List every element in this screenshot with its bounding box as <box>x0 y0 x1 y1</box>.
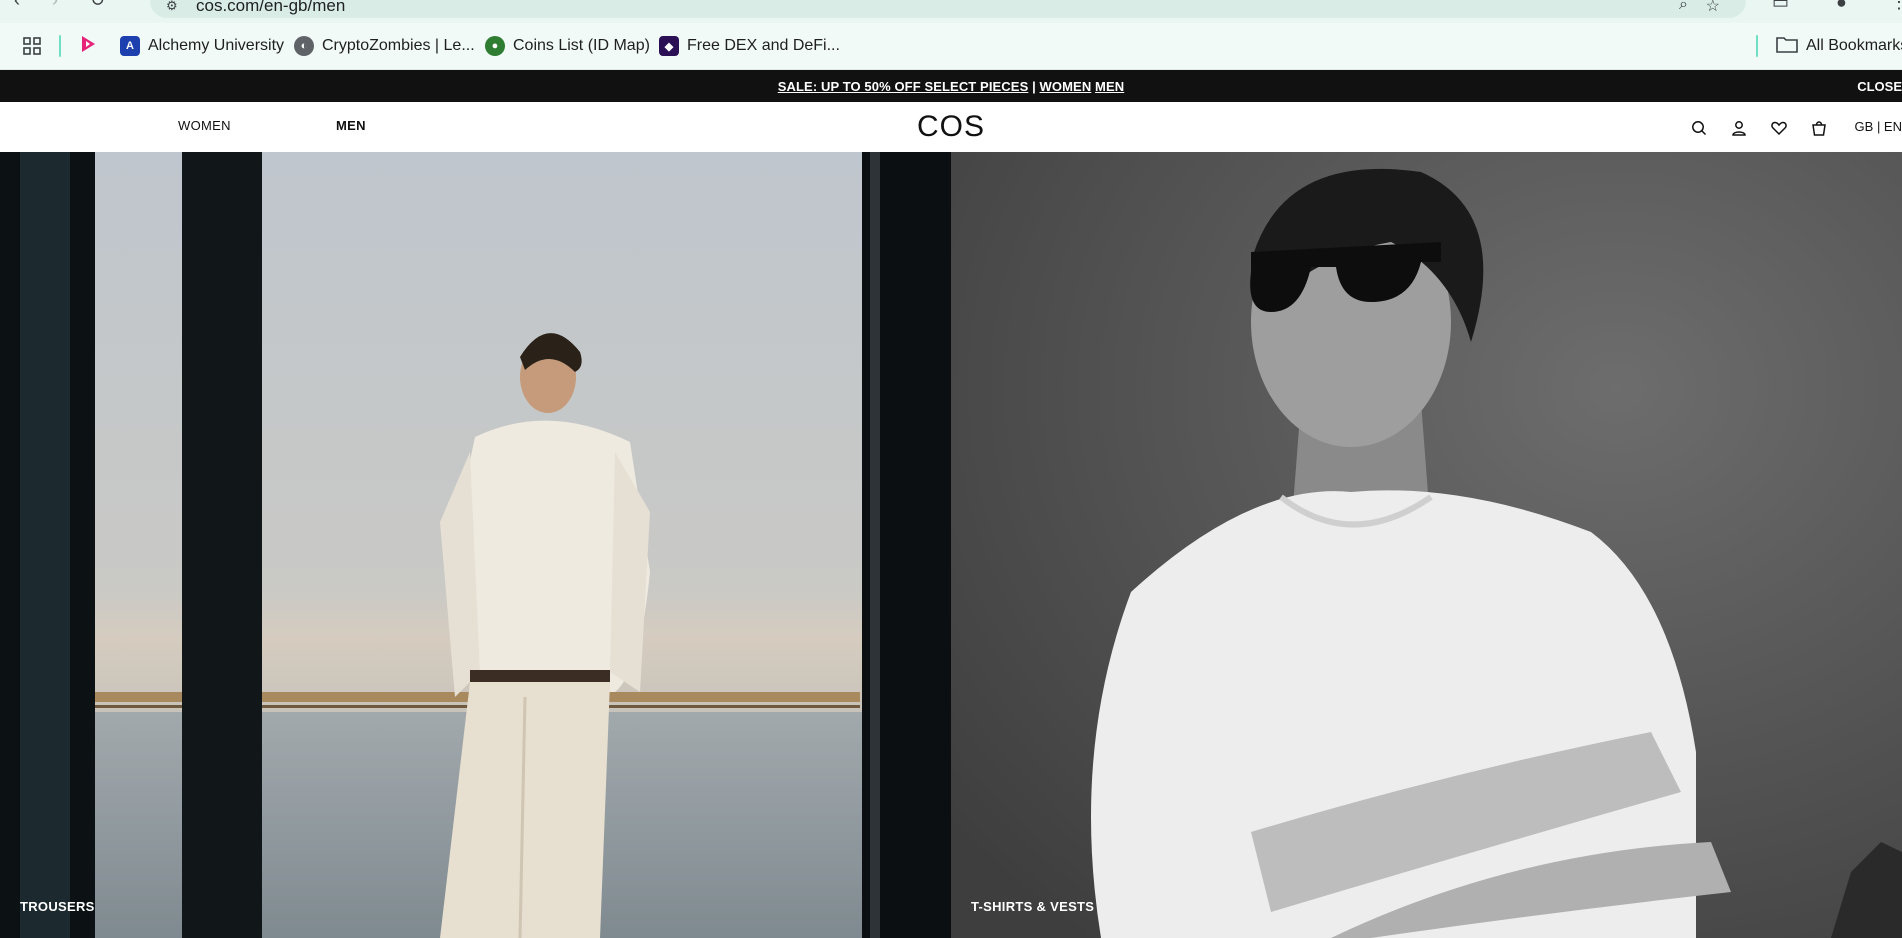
address-bar[interactable]: ⚙ cos.com/en-gb/men ⌕ ☆ <box>150 0 1746 18</box>
promo-close-button[interactable]: CLOSE <box>1857 79 1902 94</box>
browser-toolbar: ‹ › ↻ ⚙ cos.com/en-gb/men ⌕ ☆ ▭ ● ⋮ <box>0 0 1902 23</box>
site-logo[interactable]: COS <box>0 110 1902 144</box>
dex-icon: ◆ <box>659 36 679 56</box>
reload-icon[interactable]: ↻ <box>90 0 105 11</box>
promo-banner: SALE: UP TO 50% OFF SELECT PIECES | WOME… <box>0 70 1902 102</box>
extensions-icon[interactable]: ▭ <box>1772 0 1789 13</box>
bookmark-label: CryptoZombies | Le... <box>322 37 475 54</box>
trousers-caption[interactable]: TROUSERS <box>20 899 95 914</box>
tshirts-vests-caption[interactable]: T-SHIRTS & VESTS <box>971 899 1094 914</box>
promo-message: SALE: UP TO 50% OFF SELECT PIECES | WOME… <box>0 79 1902 94</box>
profile-avatar-icon[interactable]: ● <box>1836 0 1847 13</box>
promo-women-link[interactable]: WOMEN <box>1040 79 1092 94</box>
bookmark-label: Alchemy University <box>148 37 285 54</box>
site-info-icon[interactable]: ⚙ <box>166 0 178 14</box>
promo-divider: | <box>1032 79 1036 94</box>
globe-icon: ◐ <box>294 36 314 56</box>
play-icon <box>78 34 98 59</box>
shopping-bag-icon[interactable] <box>1810 119 1828 137</box>
bookmark-coins-list[interactable]: ● Coins List (ID Map) <box>485 34 650 58</box>
account-icon[interactable] <box>1730 119 1748 137</box>
all-bookmarks-label: All Bookmarks <box>1806 37 1902 54</box>
bookmark-free-dex[interactable]: ◆ Free DEX and DeFi... <box>659 34 840 58</box>
wishlist-heart-icon[interactable] <box>1770 119 1788 137</box>
site-header: WOMEN MEN COS GB | EN <box>0 102 1902 153</box>
bookmark-label: Coins List (ID Map) <box>513 37 650 54</box>
folder-icon <box>1776 35 1798 58</box>
bookmark-label: Free DEX and DeFi... <box>687 37 840 54</box>
bookmark-cryptozombies[interactable]: ◐ CryptoZombies | Le... <box>294 34 475 58</box>
zoom-icon[interactable]: ⌕ <box>1679 0 1688 14</box>
trousers-hero-image <box>0 152 951 938</box>
search-icon[interactable] <box>1690 119 1708 137</box>
bookmark-separator <box>59 35 61 57</box>
promo-sale-link[interactable]: SALE: UP TO 50% OFF SELECT PIECES <box>778 79 1029 94</box>
bookmark-star-icon[interactable]: ☆ <box>1706 0 1720 16</box>
locale-selector[interactable]: GB | EN <box>1855 119 1902 134</box>
promo-men-link[interactable]: MEN <box>1095 79 1124 94</box>
bookmark-play[interactable] <box>78 34 98 58</box>
back-icon[interactable]: ‹ <box>14 0 20 11</box>
alchemy-icon: A <box>120 36 140 56</box>
forward-icon[interactable]: › <box>52 0 58 11</box>
bookmark-separator <box>1756 35 1758 57</box>
menu-icon[interactable]: ⋮ <box>1890 0 1902 13</box>
browser-nav-buttons: ‹ › ↻ <box>14 0 105 11</box>
all-bookmarks-button[interactable]: All Bookmarks <box>1776 34 1902 58</box>
bookmarks-bar: A Alchemy University ◐ CryptoZombies | L… <box>0 23 1902 70</box>
hero-tshirts-vests[interactable]: T-SHIRTS & VESTS <box>951 152 1902 938</box>
hero-trousers[interactable]: TROUSERS <box>0 152 951 938</box>
apps-grid-icon[interactable] <box>22 34 42 58</box>
url-text[interactable]: cos.com/en-gb/men <box>196 0 345 16</box>
tshirts-hero-image <box>951 152 1902 938</box>
coin-icon: ● <box>485 36 505 56</box>
bookmark-alchemy[interactable]: A Alchemy University <box>120 34 284 58</box>
